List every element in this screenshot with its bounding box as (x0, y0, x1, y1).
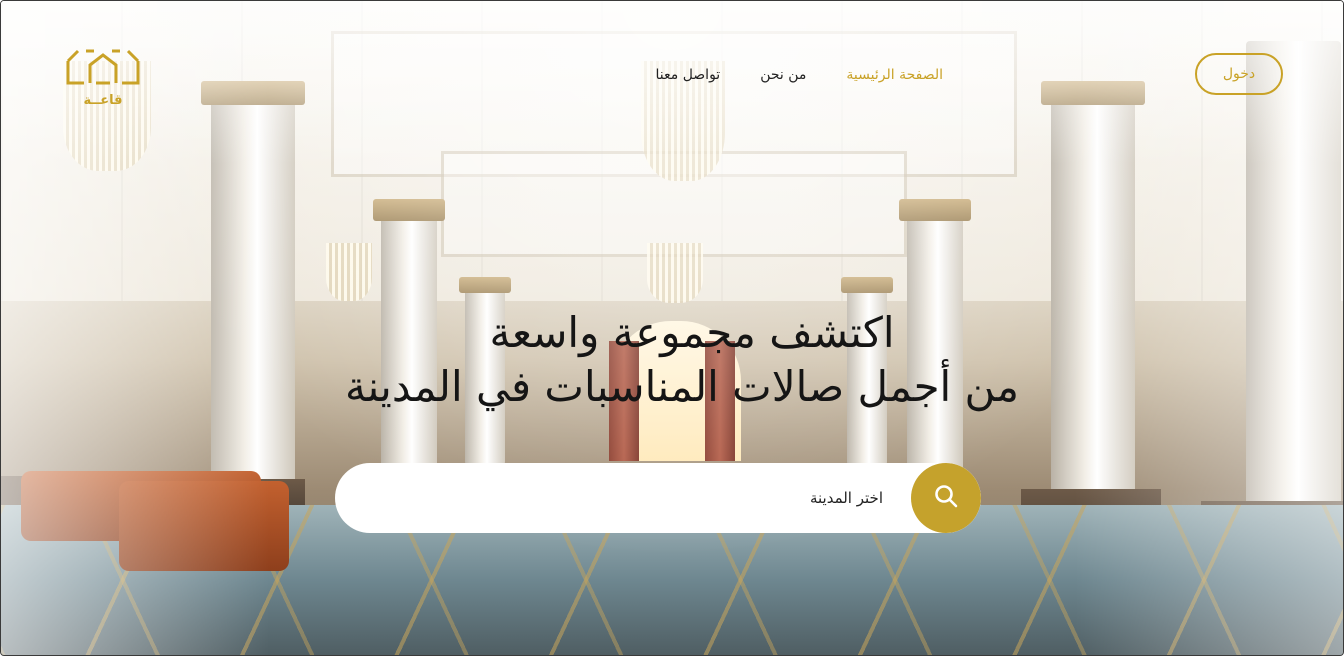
hall-logo-icon (64, 47, 142, 91)
login-button[interactable]: دخول (1195, 53, 1283, 95)
city-search-bar (335, 463, 981, 533)
nav-item-contact[interactable]: تواصل معنا (656, 67, 721, 83)
site-logo[interactable]: قاعــة (63, 47, 143, 108)
search-icon (933, 483, 959, 513)
nav-item-home[interactable]: الصفحة الرئيسية (846, 67, 943, 83)
logo-text: قاعــة (83, 93, 123, 108)
page-frame: قاعــة الصفحة الرئيسية من نحن تواصل معنا… (0, 0, 1344, 656)
search-button[interactable] (911, 463, 981, 533)
main-nav: الصفحة الرئيسية من نحن تواصل معنا (656, 67, 944, 83)
city-search-input[interactable] (335, 463, 911, 533)
hero-section: اكتشف مجموعة واسعة من أجمل صالات المناسب… (1, 306, 1343, 414)
hero-title-line2: من أجمل صالات المناسبات في المدينة (344, 362, 1020, 411)
nav-item-about[interactable]: من نحن (760, 67, 806, 83)
hero-title-line1: اكتشف مجموعة واسعة (489, 308, 895, 357)
